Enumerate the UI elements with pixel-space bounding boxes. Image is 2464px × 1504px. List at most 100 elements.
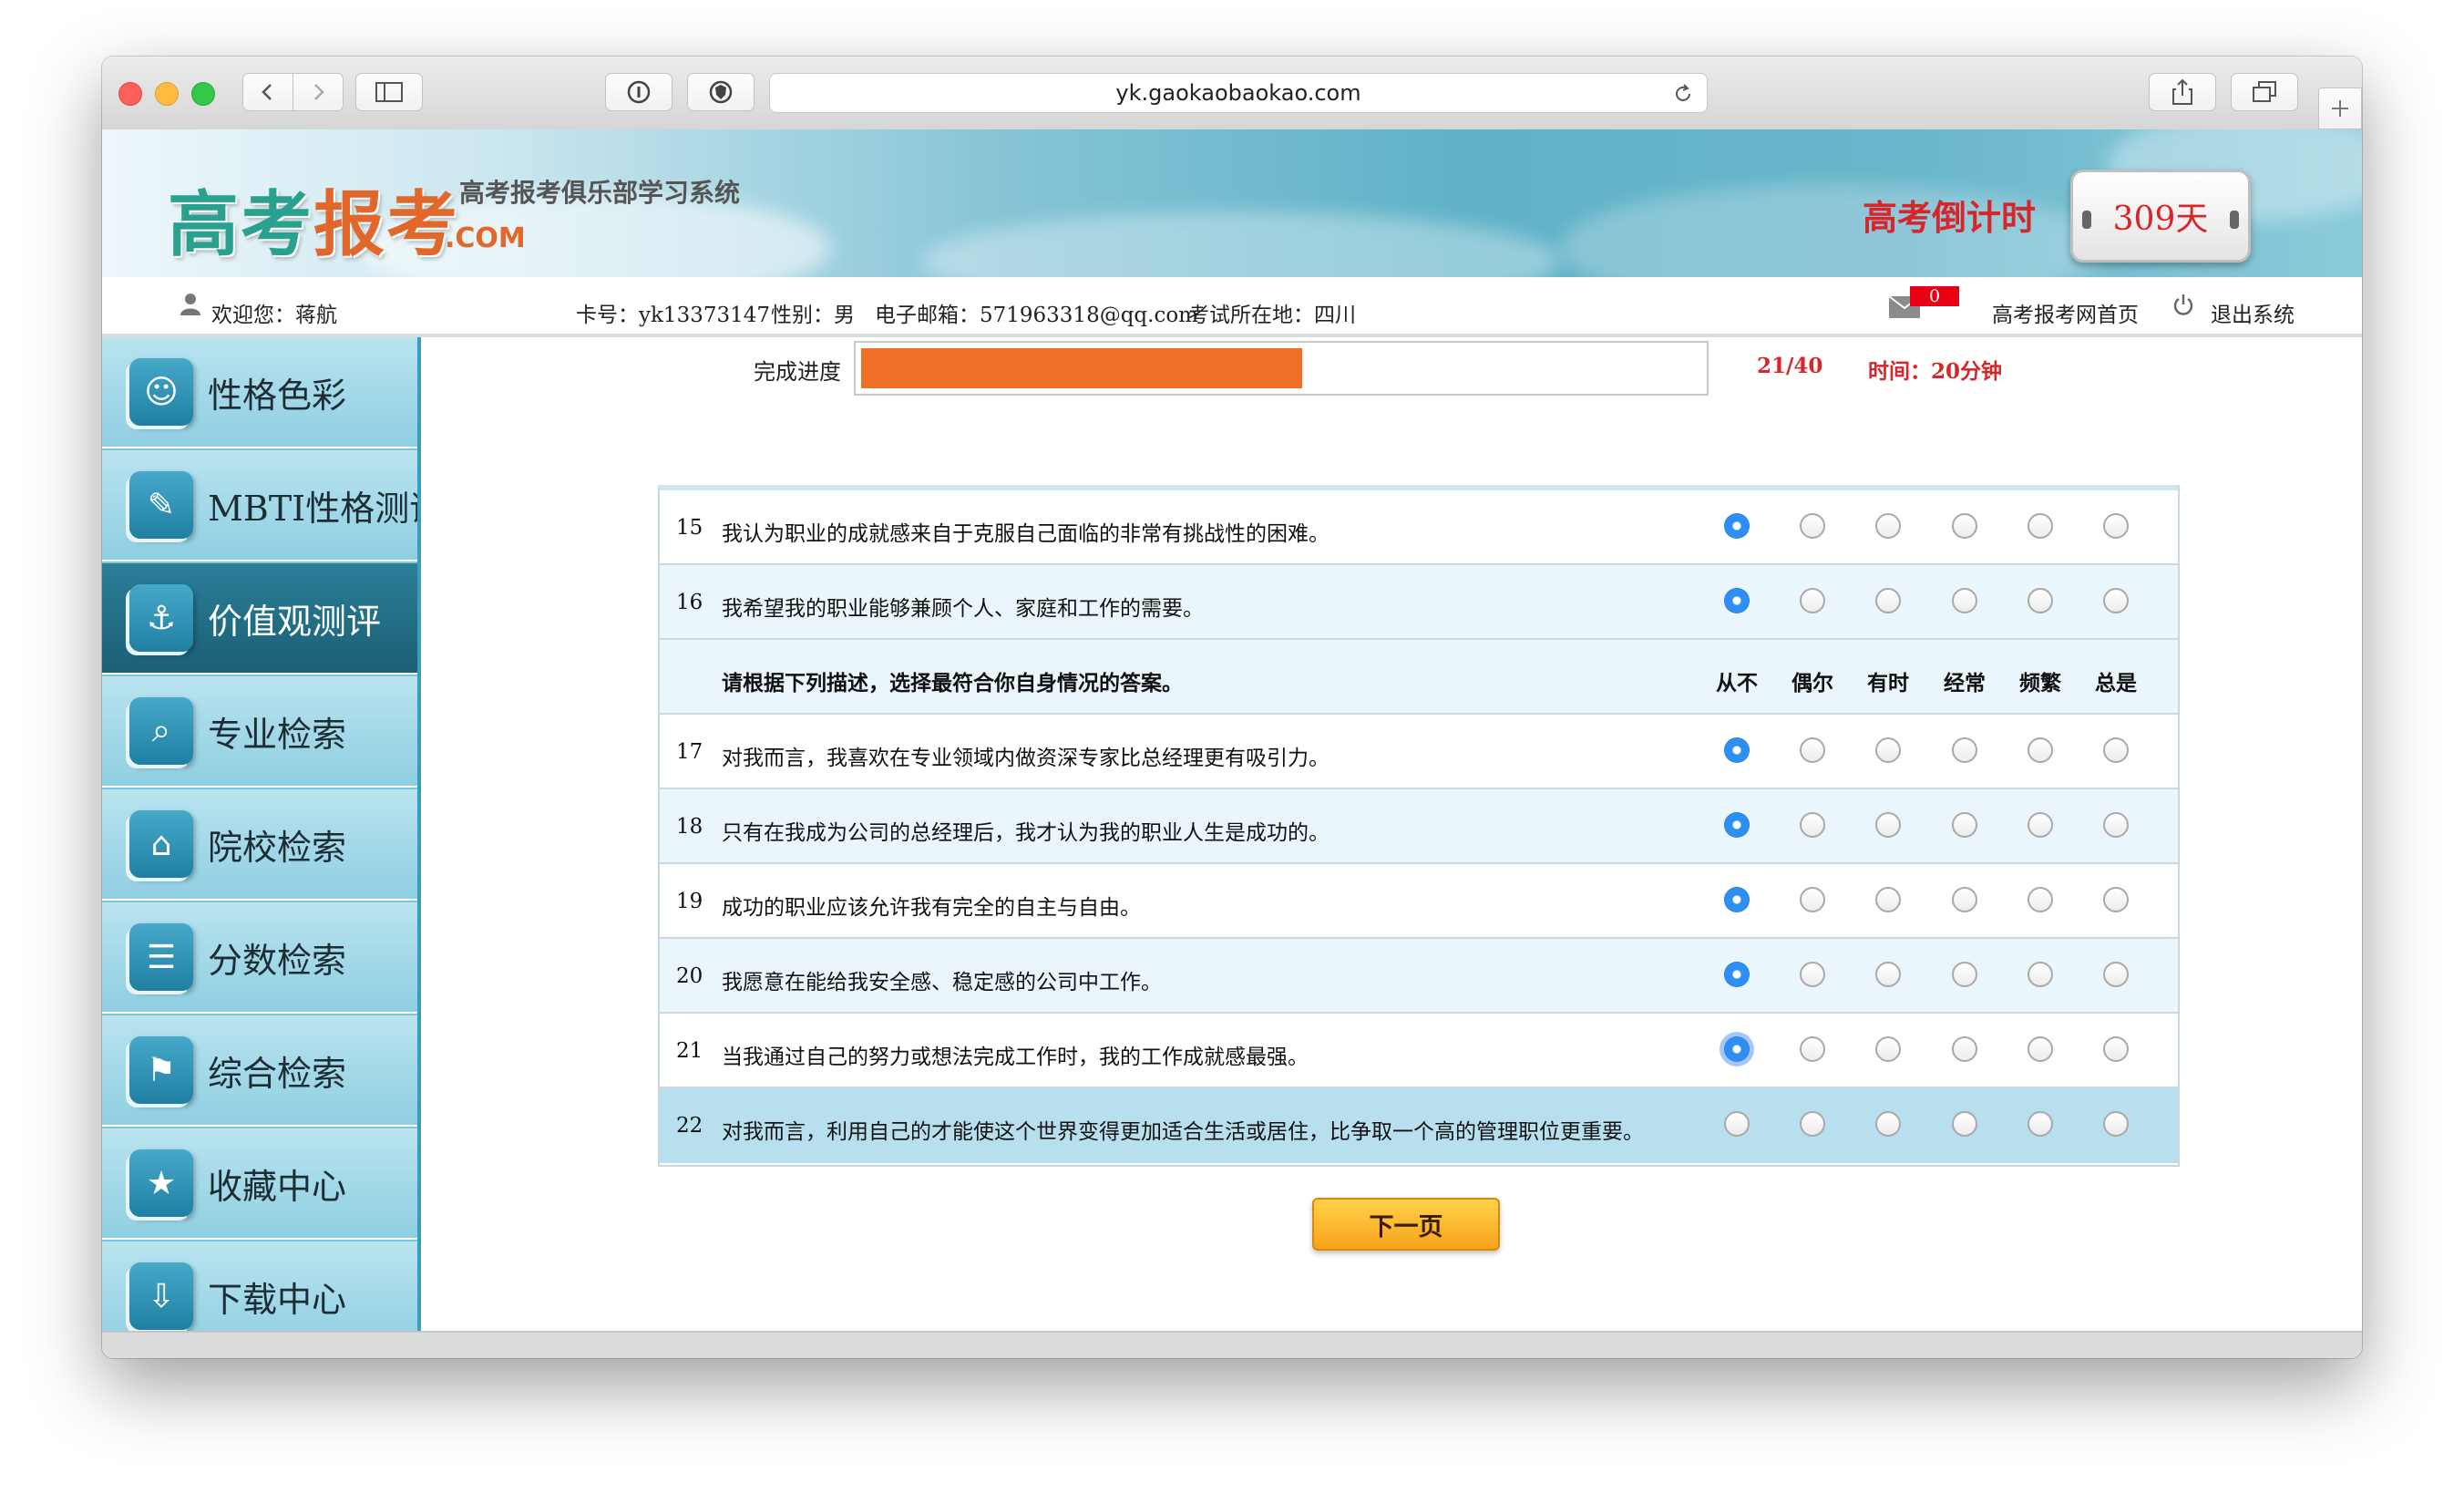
minimize-window-button[interactable]	[155, 82, 179, 106]
answer-radio-频繁[interactable]	[2028, 513, 2053, 539]
answer-radio-经常[interactable]	[1952, 737, 1977, 763]
answer-radio-有时[interactable]	[1875, 1111, 1901, 1137]
sidebar-toggle-button[interactable]	[355, 73, 423, 111]
answer-radio-经常[interactable]	[1952, 962, 1977, 987]
answer-radio-偶尔[interactable]	[1800, 812, 1825, 838]
sidebar-item-label: MBTI性格测评	[208, 488, 417, 529]
sidebar-item-values[interactable]: ⚓ 价值观测评	[102, 563, 417, 675]
answer-radio-频繁[interactable]	[2028, 887, 2053, 912]
logout-link[interactable]: 退出系统	[2211, 297, 2295, 328]
card-number: 卡号：yk13373147	[576, 304, 770, 327]
answer-radio-有时[interactable]	[1875, 812, 1901, 838]
sidebar-item-downloads[interactable]: ⇩ 下载中心	[102, 1241, 417, 1331]
answer-radio-从不[interactable]	[1724, 513, 1750, 539]
answer-radio-经常[interactable]	[1952, 513, 1977, 539]
forward-button[interactable]	[293, 73, 344, 111]
answer-radio-总是[interactable]	[2103, 962, 2129, 987]
answer-radio-总是[interactable]	[2103, 513, 2129, 539]
answer-radio-有时[interactable]	[1875, 737, 1901, 763]
sidebar-item-score-search[interactable]: ☰ 分数检索	[102, 902, 417, 1014]
next-page-button[interactable]: 下一页	[1312, 1198, 1500, 1251]
question-row: 20 我愿意在能给我安全感、稳定感的公司中工作。	[660, 939, 2178, 1014]
answer-radio-有时[interactable]	[1875, 962, 1901, 987]
site-header: 高考报考 .COM 高考报考俱乐部学习系统 高考倒计时 309天	[102, 129, 2362, 277]
answer-radio-总是[interactable]	[2103, 588, 2129, 613]
tabs-overview-button[interactable]	[2231, 73, 2298, 111]
answer-radio-偶尔[interactable]	[1800, 962, 1825, 987]
answer-radio-经常[interactable]	[1952, 1111, 1977, 1137]
share-button[interactable]	[2149, 73, 2216, 111]
chevron-right-icon	[314, 84, 324, 100]
home-link[interactable]: 高考报考网首页	[1992, 297, 2139, 328]
answer-radio-偶尔[interactable]	[1800, 513, 1825, 539]
answer-radio-从不[interactable]	[1724, 737, 1750, 763]
answer-radio-从不[interactable]	[1724, 588, 1750, 613]
new-tab-button[interactable]	[2318, 88, 2362, 129]
answer-radio-频繁[interactable]	[2028, 1036, 2053, 1062]
answer-radio-总是[interactable]	[2103, 737, 2129, 763]
info-circle-icon	[627, 80, 651, 104]
reader-info-button[interactable]	[605, 73, 672, 111]
sidebar-item-mbti[interactable]: ✎ MBTI性格测评	[102, 450, 417, 561]
sidebar-item-major-search[interactable]: ⌕ 专业检索	[102, 676, 417, 788]
answer-radio-偶尔[interactable]	[1800, 887, 1825, 912]
address-bar[interactable]: yk.gaokaobaokao.com	[769, 73, 1708, 113]
site-subtitle: 高考报考俱乐部学习系统	[459, 178, 741, 208]
answer-radio-有时[interactable]	[1875, 887, 1901, 912]
plus-icon	[2332, 100, 2348, 117]
zoom-window-button[interactable]	[191, 82, 215, 106]
privacy-shield-button[interactable]	[687, 73, 755, 111]
sidebar-item-school-search[interactable]: ⌂ 院校检索	[102, 789, 417, 901]
reload-icon[interactable]	[1672, 83, 1694, 105]
question-row: 15 我认为职业的成就感来自于克服自己面临的非常有挑战性的困难。	[660, 490, 2178, 565]
question-number: 22	[676, 1114, 703, 1138]
browser-toolbar: yk.gaokaobaokao.com	[102, 57, 2362, 130]
site-logo[interactable]: 高考报考	[168, 168, 459, 270]
welcome-text: 欢迎您：蒋航	[211, 304, 337, 327]
sidebar-item-label: 收藏中心	[208, 1166, 347, 1207]
answer-radio-从不[interactable]	[1724, 887, 1750, 912]
sidebar-item-comprehensive-search[interactable]: ⚑ 综合检索	[102, 1015, 417, 1127]
question-row: 17 对我而言，我喜欢在专业领域内做资深专家比总经理更有吸引力。	[660, 715, 2178, 789]
answer-radio-偶尔[interactable]	[1800, 1111, 1825, 1137]
answer-radio-总是[interactable]	[2103, 887, 2129, 912]
share-icon	[2172, 78, 2192, 105]
answer-radio-频繁[interactable]	[2028, 1111, 2053, 1137]
answer-radio-从不[interactable]	[1724, 962, 1750, 987]
back-button[interactable]	[242, 73, 293, 111]
answer-radio-总是[interactable]	[2103, 1111, 2129, 1137]
question-row: 16 我希望我的职业能够兼顾个人、家庭和工作的需要。	[660, 565, 2178, 640]
answer-radio-从不[interactable]	[1724, 1036, 1750, 1062]
answer-radio-有时[interactable]	[1875, 1036, 1901, 1062]
answer-radio-频繁[interactable]	[2028, 962, 2053, 987]
question-number: 21	[676, 1039, 703, 1063]
close-window-button[interactable]	[118, 82, 142, 106]
sidebar-item-favorites[interactable]: ★ 收藏中心	[102, 1128, 417, 1240]
answer-radio-从不[interactable]	[1724, 812, 1750, 838]
answer-radio-总是[interactable]	[2103, 1036, 2129, 1062]
main-content: 完成进度 21/40 时间：20分钟 15 我认为职业的成就感来自于克服自己面临的…	[421, 337, 2362, 1331]
answer-radio-经常[interactable]	[1952, 812, 1977, 838]
scale-label: 经常	[1944, 671, 1986, 695]
answer-radio-经常[interactable]	[1952, 887, 1977, 912]
answer-radio-经常[interactable]	[1952, 588, 1977, 613]
browser-window: yk.gaokaobaokao.com 高考报考 .COM 高考报考俱乐部学习系…	[102, 57, 2362, 1358]
answer-radio-频繁[interactable]	[2028, 588, 2053, 613]
answer-radio-频繁[interactable]	[2028, 812, 2053, 838]
sidebar-item-label: 专业检索	[208, 714, 347, 755]
answer-radio-偶尔[interactable]	[1800, 588, 1825, 613]
answer-radio-偶尔[interactable]	[1800, 1036, 1825, 1062]
question-text: 只有在我成为公司的总经理后，我才认为我的职业人生是成功的。	[722, 821, 1330, 845]
answer-radio-从不[interactable]	[1724, 1111, 1750, 1137]
answer-radio-有时[interactable]	[1875, 588, 1901, 613]
scale-label: 频繁	[2019, 671, 2061, 695]
answer-radio-经常[interactable]	[1952, 1036, 1977, 1062]
answer-radio-频繁[interactable]	[2028, 737, 2053, 763]
sidebar-item-personality-color[interactable]: ☺ 性格色彩	[102, 337, 417, 448]
answer-radio-有时[interactable]	[1875, 513, 1901, 539]
question-text: 对我而言，我喜欢在专业领域内做资深专家比总经理更有吸引力。	[722, 747, 1330, 770]
power-icon[interactable]	[2172, 294, 2194, 317]
answer-radio-偶尔[interactable]	[1800, 737, 1825, 763]
answer-radio-总是[interactable]	[2103, 812, 2129, 838]
question-text: 当我通过自己的努力或想法完成工作时，我的工作成就感最强。	[722, 1046, 1309, 1069]
